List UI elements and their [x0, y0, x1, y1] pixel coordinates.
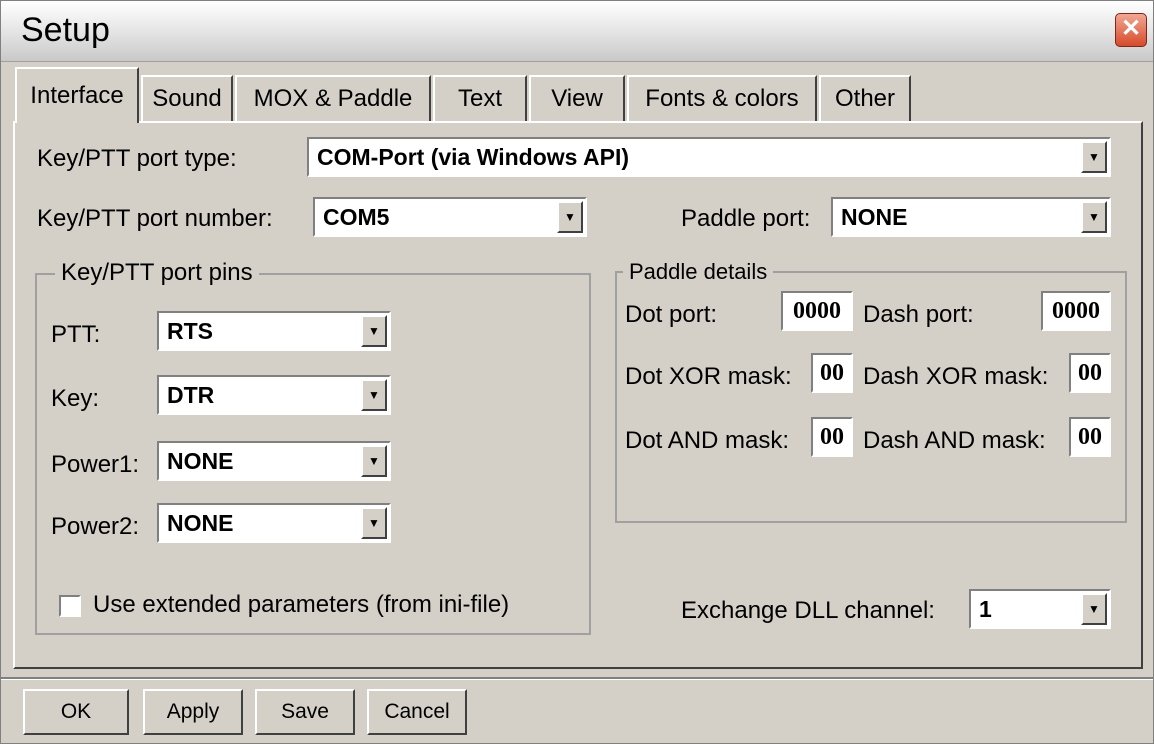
key-select[interactable]: DTR ▼ [157, 375, 391, 415]
dash-and-label: Dash AND mask: [863, 427, 1046, 454]
chevron-down-icon[interactable]: ▼ [361, 445, 387, 477]
dot-and-field[interactable]: 00 [811, 417, 853, 457]
port-type-value: COM-Port (via Windows API) [317, 144, 629, 170]
chevron-down-icon[interactable]: ▼ [1081, 593, 1107, 625]
chevron-down-icon[interactable]: ▼ [361, 315, 387, 347]
tab-sound[interactable]: Sound [141, 75, 233, 121]
paddle-port-value: NONE [841, 204, 908, 230]
title-bar[interactable]: Setup ✕ [1, 1, 1153, 62]
window-title: Setup [21, 11, 110, 49]
dot-xor-label: Dot XOR mask: [625, 363, 792, 390]
exchange-channel-value: 1 [979, 596, 992, 622]
ok-button[interactable]: OK [23, 689, 129, 735]
dash-port-field[interactable]: 0000 [1041, 291, 1111, 331]
port-type-select[interactable]: COM-Port (via Windows API) ▼ [307, 137, 1111, 177]
close-icon[interactable]: ✕ [1115, 13, 1147, 47]
dash-xor-label: Dash XOR mask: [863, 363, 1049, 390]
exchange-channel-select[interactable]: 1 ▼ [969, 589, 1111, 629]
port-number-value: COM5 [323, 204, 390, 230]
chevron-down-icon[interactable]: ▼ [557, 201, 583, 233]
tab-view[interactable]: View [529, 75, 625, 121]
cancel-button[interactable]: Cancel [367, 689, 467, 735]
ptt-label: PTT: [51, 321, 101, 348]
dot-and-label: Dot AND mask: [625, 427, 790, 454]
port-number-select[interactable]: COM5 ▼ [313, 197, 587, 237]
chevron-down-icon[interactable]: ▼ [361, 507, 387, 539]
paddle-port-select[interactable]: NONE ▼ [831, 197, 1111, 237]
pins-group-title: Key/PTT port pins [55, 259, 259, 287]
dot-port-field[interactable]: 0000 [781, 291, 853, 331]
setup-window: Setup ✕ Interface Sound MOX & Paddle Tex… [0, 0, 1154, 744]
dot-port-label: Dot port: [625, 301, 718, 328]
extended-params-label: Use extended parameters (from ini-file) [93, 591, 510, 618]
exchange-channel-label: Exchange DLL channel: [681, 597, 935, 624]
key-value: DTR [167, 382, 215, 408]
extended-params-checkbox[interactable] [59, 595, 81, 617]
port-number-label: Key/PTT port number: [37, 205, 273, 232]
chevron-down-icon[interactable]: ▼ [1081, 201, 1107, 233]
tab-mox-paddle[interactable]: MOX & Paddle [235, 75, 431, 121]
paddle-details-title: Paddle details [623, 259, 774, 285]
power2-label: Power2: [51, 513, 140, 540]
tab-other[interactable]: Other [819, 75, 911, 121]
dash-xor-field[interactable]: 00 [1069, 353, 1111, 393]
power1-value: NONE [167, 448, 234, 474]
chevron-down-icon[interactable]: ▼ [361, 379, 387, 411]
paddle-port-label: Paddle port: [681, 205, 811, 232]
button-separator [1, 677, 1153, 680]
save-button[interactable]: Save [255, 689, 355, 735]
tab-fonts-colors[interactable]: Fonts & colors [627, 75, 817, 121]
dash-and-field[interactable]: 00 [1069, 417, 1111, 457]
power1-label: Power1: [51, 451, 140, 478]
power1-select[interactable]: NONE ▼ [157, 441, 391, 481]
ptt-select[interactable]: RTS ▼ [157, 311, 391, 351]
dot-xor-field[interactable]: 00 [811, 353, 853, 393]
key-label: Key: [51, 385, 100, 412]
tab-text[interactable]: Text [433, 75, 527, 121]
power2-select[interactable]: NONE ▼ [157, 503, 391, 543]
port-type-label: Key/PTT port type: [37, 145, 237, 172]
tab-interface[interactable]: Interface [15, 67, 139, 123]
chevron-down-icon[interactable]: ▼ [1081, 141, 1107, 173]
apply-button[interactable]: Apply [143, 689, 243, 735]
ptt-value: RTS [167, 318, 213, 344]
power2-value: NONE [167, 510, 234, 536]
dash-port-label: Dash port: [863, 301, 974, 328]
